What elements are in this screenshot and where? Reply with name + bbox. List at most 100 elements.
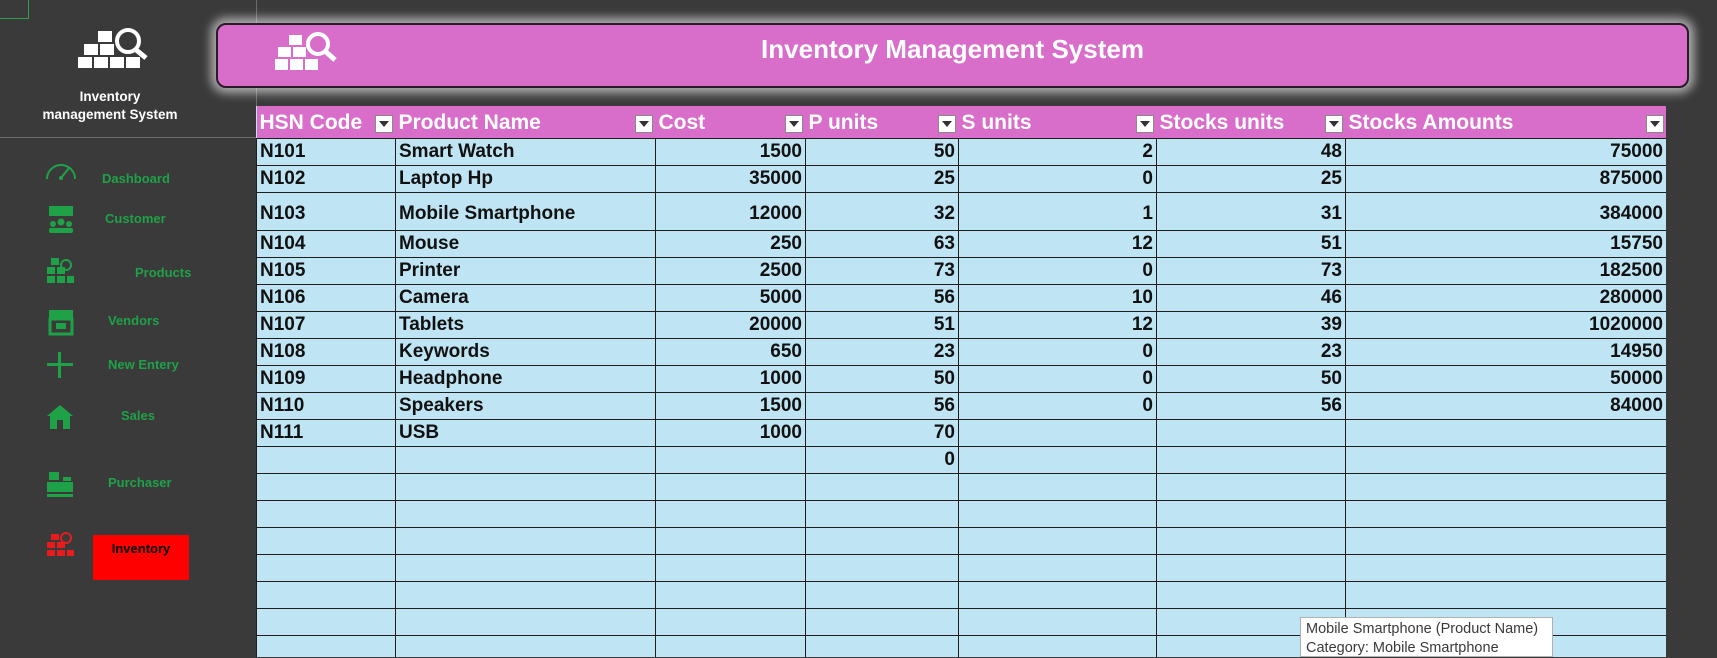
table-cell[interactable]: [395, 554, 656, 582]
table-cell[interactable]: [395, 581, 656, 609]
table-cell[interactable]: [655, 446, 806, 474]
table-cell[interactable]: [1345, 581, 1666, 609]
column-header[interactable]: P units: [805, 106, 959, 139]
table-cell[interactable]: 1000: [655, 419, 806, 447]
table-cell[interactable]: 875000: [1345, 165, 1666, 193]
table-cell[interactable]: 63: [805, 230, 959, 258]
table-cell[interactable]: [805, 635, 959, 657]
table-cell[interactable]: 46: [1156, 284, 1346, 312]
table-cell[interactable]: 32: [805, 192, 959, 231]
table-cell[interactable]: [805, 527, 959, 555]
table-cell[interactable]: [655, 527, 806, 555]
filter-dropdown-icon[interactable]: [1645, 115, 1664, 133]
filter-dropdown-icon[interactable]: [1135, 115, 1154, 133]
table-cell[interactable]: [256, 446, 396, 474]
column-header[interactable]: Product Name: [395, 106, 656, 139]
table-cell[interactable]: 1: [958, 192, 1157, 231]
table-cell[interactable]: [1345, 554, 1666, 582]
table-cell[interactable]: [655, 554, 806, 582]
table-cell[interactable]: 51: [1156, 230, 1346, 258]
table-cell[interactable]: 56: [805, 392, 959, 420]
filter-dropdown-icon[interactable]: [784, 115, 803, 133]
column-header[interactable]: HSN Code: [256, 106, 396, 139]
nav-item-vendors[interactable]: Vendors: [108, 313, 159, 328]
table-cell[interactable]: Printer: [395, 257, 656, 285]
nav-item-inventory-label[interactable]: Inventory: [93, 541, 189, 556]
customer-icon[interactable]: [47, 204, 81, 234]
table-cell[interactable]: 35000: [655, 165, 806, 193]
table-cell[interactable]: 25: [1156, 165, 1346, 193]
table-cell[interactable]: 280000: [1345, 284, 1666, 312]
table-cell[interactable]: [1156, 446, 1346, 474]
table-cell[interactable]: 25: [805, 165, 959, 193]
inventory-icon[interactable]: [45, 530, 79, 560]
table-cell[interactable]: 650: [655, 338, 806, 366]
table-cell[interactable]: [655, 635, 806, 657]
table-cell[interactable]: [958, 581, 1157, 609]
table-cell[interactable]: 0: [958, 257, 1157, 285]
table-cell[interactable]: [1156, 419, 1346, 447]
table-cell[interactable]: [256, 635, 396, 657]
table-cell[interactable]: 12: [958, 311, 1157, 339]
table-cell[interactable]: [805, 554, 959, 582]
table-cell[interactable]: N110: [256, 392, 396, 420]
table-cell[interactable]: 12: [958, 230, 1157, 258]
table-cell[interactable]: [805, 581, 959, 609]
table-cell[interactable]: [395, 608, 656, 636]
table-cell[interactable]: [958, 608, 1157, 636]
table-cell[interactable]: [1156, 554, 1346, 582]
table-cell[interactable]: Speakers: [395, 392, 656, 420]
table-cell[interactable]: N103: [256, 192, 396, 231]
table-cell[interactable]: [655, 473, 806, 501]
table-cell[interactable]: Smart Watch: [395, 138, 656, 166]
table-cell[interactable]: N101: [256, 138, 396, 166]
table-cell[interactable]: 0: [958, 365, 1157, 393]
filter-dropdown-icon[interactable]: [634, 115, 653, 133]
table-cell[interactable]: [655, 581, 806, 609]
table-cell[interactable]: Mobile Smartphone: [395, 192, 656, 231]
table-cell[interactable]: 0: [958, 338, 1157, 366]
table-cell[interactable]: 250: [655, 230, 806, 258]
table-cell[interactable]: 75000: [1345, 138, 1666, 166]
table-cell[interactable]: 0: [958, 165, 1157, 193]
table-cell[interactable]: [256, 527, 396, 555]
filter-dropdown-icon[interactable]: [937, 115, 956, 133]
table-cell[interactable]: [805, 608, 959, 636]
table-cell[interactable]: [1345, 527, 1666, 555]
table-cell[interactable]: 14950: [1345, 338, 1666, 366]
table-cell[interactable]: [1345, 500, 1666, 528]
table-cell[interactable]: 50: [805, 138, 959, 166]
table-cell[interactable]: 23: [1156, 338, 1346, 366]
table-cell[interactable]: N111: [256, 419, 396, 447]
table-cell[interactable]: [1345, 446, 1666, 474]
table-cell[interactable]: 70: [805, 419, 959, 447]
nav-item-customer[interactable]: Customer: [105, 211, 166, 226]
table-cell[interactable]: [256, 500, 396, 528]
table-cell[interactable]: 2: [958, 138, 1157, 166]
table-cell[interactable]: N102: [256, 165, 396, 193]
table-cell[interactable]: [655, 500, 806, 528]
table-cell[interactable]: Camera: [395, 284, 656, 312]
column-header[interactable]: S units: [958, 106, 1157, 139]
table-cell[interactable]: 1500: [655, 392, 806, 420]
table-cell[interactable]: 1000: [655, 365, 806, 393]
table-cell[interactable]: [958, 473, 1157, 501]
products-icon[interactable]: [45, 256, 79, 286]
table-cell[interactable]: Laptop Hp: [395, 165, 656, 193]
table-cell[interactable]: [1345, 419, 1666, 447]
table-cell[interactable]: [958, 446, 1157, 474]
table-cell[interactable]: 31: [1156, 192, 1346, 231]
column-header[interactable]: Stocks units: [1156, 106, 1346, 139]
table-cell[interactable]: [655, 608, 806, 636]
table-cell[interactable]: [958, 554, 1157, 582]
table-cell[interactable]: Keywords: [395, 338, 656, 366]
table-cell[interactable]: [958, 635, 1157, 657]
table-cell[interactable]: 20000: [655, 311, 806, 339]
table-cell[interactable]: 182500: [1345, 257, 1666, 285]
plus-icon[interactable]: [45, 350, 79, 380]
table-cell[interactable]: N106: [256, 284, 396, 312]
table-cell[interactable]: [256, 608, 396, 636]
table-cell[interactable]: USB: [395, 419, 656, 447]
table-cell[interactable]: 84000: [1345, 392, 1666, 420]
nav-item-purchaser[interactable]: Purchaser: [108, 475, 172, 490]
